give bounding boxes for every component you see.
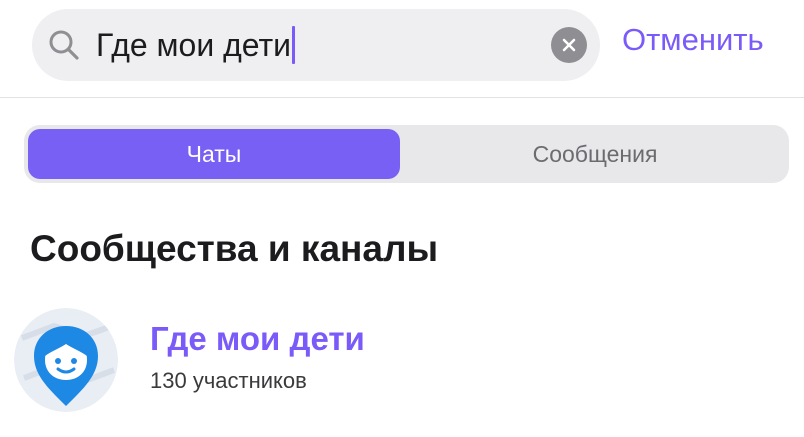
avatar xyxy=(14,308,118,412)
search-bar: Где мои дети Отменить xyxy=(0,0,804,98)
child-face-location-pin-icon xyxy=(14,308,118,412)
tab-messages[interactable]: Сообщения xyxy=(406,129,784,179)
search-field[interactable]: Где мои дети xyxy=(32,9,600,81)
tab-chats[interactable]: Чаты xyxy=(28,129,400,179)
result-member-count: 130 участников xyxy=(150,368,307,393)
search-icon xyxy=(46,27,82,63)
result-title: Где мои дети xyxy=(150,320,365,357)
section-title: Сообщества и каналы xyxy=(30,228,439,269)
text-caret xyxy=(292,26,296,64)
cancel-button[interactable]: Отменить xyxy=(622,22,764,58)
clear-search-icon[interactable] xyxy=(551,27,587,63)
search-scope-segmented-control: Чаты Сообщения xyxy=(24,125,789,183)
search-query-text: Где мои дети xyxy=(96,26,292,63)
search-input[interactable]: Где мои дети xyxy=(96,9,540,81)
search-result-item[interactable]: Где мои дети 130 участников xyxy=(0,300,804,412)
